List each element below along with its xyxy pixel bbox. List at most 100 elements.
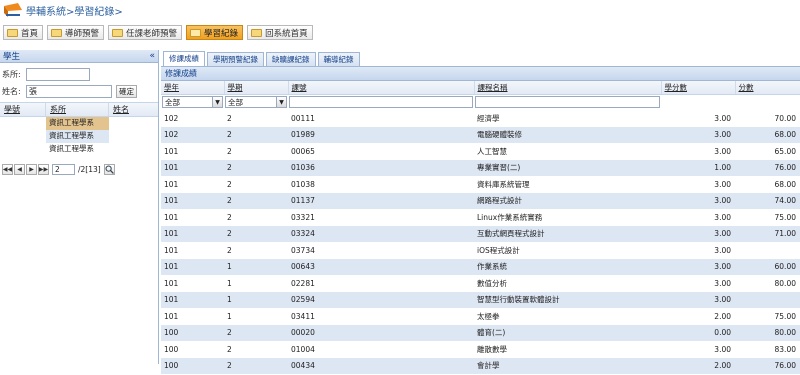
chevron-down-icon: ▼ [212,97,222,107]
grades-table: 學年 學期 課號 課程名稱 學分數 分數 全部 ▼ 全部 ▼ 102 2 00111 經濟… [161,81,800,375]
score-cell: 71.00 [735,225,800,243]
term-cell: 1 [224,258,288,276]
score-cell: 65.00 [735,143,800,160]
grade-row[interactable]: 100 2 01004 離散數學 3.00 83.00 [161,341,800,358]
student-row[interactable]: 資訊工程學系 [0,117,158,130]
first-page-icon[interactable]: ◀◀ [2,164,13,175]
year-filter-select[interactable]: 全部 ▼ [162,96,223,108]
confirm-button[interactable]: 確定 [116,84,137,98]
term-filter-value: 全部 [228,97,243,107]
score-cell: 80.00 [735,275,800,292]
term-filter-select[interactable]: 全部 ▼ [225,96,287,108]
student-row[interactable]: 資訊工程學系 [0,130,158,143]
grade-row[interactable]: 101 2 00065 人工智慧 3.00 65.00 [161,143,800,160]
student-row[interactable]: 資訊工程學系 [0,143,158,156]
year-cell: 101 [161,225,224,243]
grades-header-row: 學年 學期 課號 課程名稱 學分數 分數 [161,81,800,95]
student-panel-header: 學生 « [0,50,158,63]
course-id-cell: 02281 [288,275,474,292]
tab-absence-records[interactable]: 缺曠課紀錄 [266,52,316,66]
student-dept-cell: 資訊工程學系 [46,117,109,130]
col-year[interactable]: 學年 [161,81,225,95]
credits-cell: 3.00 [661,143,735,160]
search-icon[interactable] [103,164,115,175]
course-id-cell: 03411 [288,308,474,325]
grade-row[interactable]: 101 1 02594 智慧型行動裝置軟體設計 3.00 [161,291,800,309]
grade-row[interactable]: 101 2 03321 Linux作業系統實務 3.00 75.00 [161,209,800,226]
grade-row[interactable]: 101 1 03411 太極拳 2.00 75.00 [161,308,800,325]
course-name-filter-input[interactable] [475,96,660,108]
course-name-cell: 專業實習(二) [474,159,661,177]
next-page-icon[interactable]: ▶ [26,164,37,175]
course-id-cell: 01038 [288,176,474,193]
grade-row[interactable]: 101 1 02281 數值分析 3.00 80.00 [161,275,800,292]
score-cell: 76.00 [735,357,800,375]
course-name-cell: Linux作業系統實務 [474,209,661,226]
nav-home-button[interactable]: 首頁 [3,25,44,40]
course-name-cell: 會計學 [474,357,661,375]
name-input[interactable]: 張 [26,84,112,98]
last-page-icon[interactable]: ▶▶ [38,164,49,175]
col-score[interactable]: 分數 [735,81,800,95]
folder-icon [51,28,63,37]
col-dept[interactable]: 系所 [46,103,109,116]
tab-course-grades[interactable]: 修課成績 [163,51,205,66]
nav-label: 任課老師預警 [126,28,178,39]
credits-cell: 3.00 [661,242,735,259]
col-student-id[interactable]: 學號 [0,103,46,116]
folder-icon [7,28,18,37]
score-cell [735,242,800,259]
year-cell: 101 [161,258,224,276]
grades-grid-title: 修課成績 [161,67,800,81]
score-cell: 75.00 [735,209,800,226]
nav-mentor-alert-button[interactable]: 導師預警 [47,25,105,40]
course-id-cell: 02594 [288,291,474,309]
dept-input[interactable] [26,67,90,81]
year-cell: 101 [161,242,224,259]
grade-row[interactable]: 101 2 01038 資料庫系統管理 3.00 68.00 [161,176,800,193]
app-logo-icon [4,3,22,17]
course-id-cell: 01004 [288,341,474,358]
credits-cell: 3.00 [661,225,735,243]
nav-learning-record-button[interactable]: 學習紀錄 [186,25,244,40]
course-id-filter-input[interactable] [289,96,473,108]
col-course-id[interactable]: 課號 [288,81,475,95]
course-name-cell: iOS程式設計 [474,242,661,259]
year-cell: 101 [161,192,224,210]
score-cell: 68.00 [735,126,800,144]
grade-row[interactable]: 101 2 01036 專業實習(二) 1.00 76.00 [161,159,800,177]
course-name-cell: 作業系統 [474,258,661,276]
grade-row[interactable]: 102 2 01989 電腦硬體裝修 3.00 68.00 [161,126,800,144]
page-input[interactable]: 2 [52,164,75,175]
grade-row[interactable]: 100 2 00020 體育(二) 0.00 80.00 [161,324,800,342]
term-cell: 2 [224,242,288,259]
course-name-cell: 數值分析 [474,275,661,292]
grade-row[interactable]: 101 2 01137 網路程式設計 3.00 74.00 [161,192,800,210]
tab-term-alerts[interactable]: 學期預警紀錄 [207,52,264,66]
score-cell: 80.00 [735,324,800,342]
year-cell: 102 [161,126,224,144]
student-grid: 學號 系所 姓名 資訊工程學系 資訊工程學系 資訊工程學系 [0,102,158,156]
nav-label: 學習紀錄 [204,28,239,39]
grade-row[interactable]: 102 2 00111 經濟學 3.00 70.00 [161,110,800,127]
name-filter-row: 姓名: 張 確定 [0,83,158,99]
score-cell: 83.00 [735,341,800,358]
course-name-cell: 電腦硬體裝修 [474,126,661,144]
grade-row[interactable]: 101 1 00643 作業系統 3.00 60.00 [161,258,800,276]
course-id-cell: 00065 [288,143,474,160]
col-credits[interactable]: 學分數 [661,81,736,95]
nav-system-home-button[interactable]: 回系統首頁 [247,25,313,40]
grade-row[interactable]: 100 2 00434 會計學 2.00 76.00 [161,357,800,375]
credits-cell: 3.00 [661,126,735,144]
grade-row[interactable]: 101 2 03324 互動式網頁程式設計 3.00 71.00 [161,225,800,243]
col-course-name[interactable]: 課程名稱 [474,81,662,95]
term-cell: 2 [224,126,288,144]
nav-teacher-alert-button[interactable]: 任課老師預警 [108,25,183,40]
prev-page-icon[interactable]: ◀ [14,164,25,175]
col-name[interactable]: 姓名 [109,103,157,116]
grade-row[interactable]: 101 2 03734 iOS程式設計 3.00 [161,242,800,259]
term-cell: 1 [224,308,288,325]
collapse-icon[interactable]: « [149,51,155,61]
col-term[interactable]: 學期 [224,81,289,95]
tab-counseling-records[interactable]: 輔導紀錄 [317,52,360,66]
